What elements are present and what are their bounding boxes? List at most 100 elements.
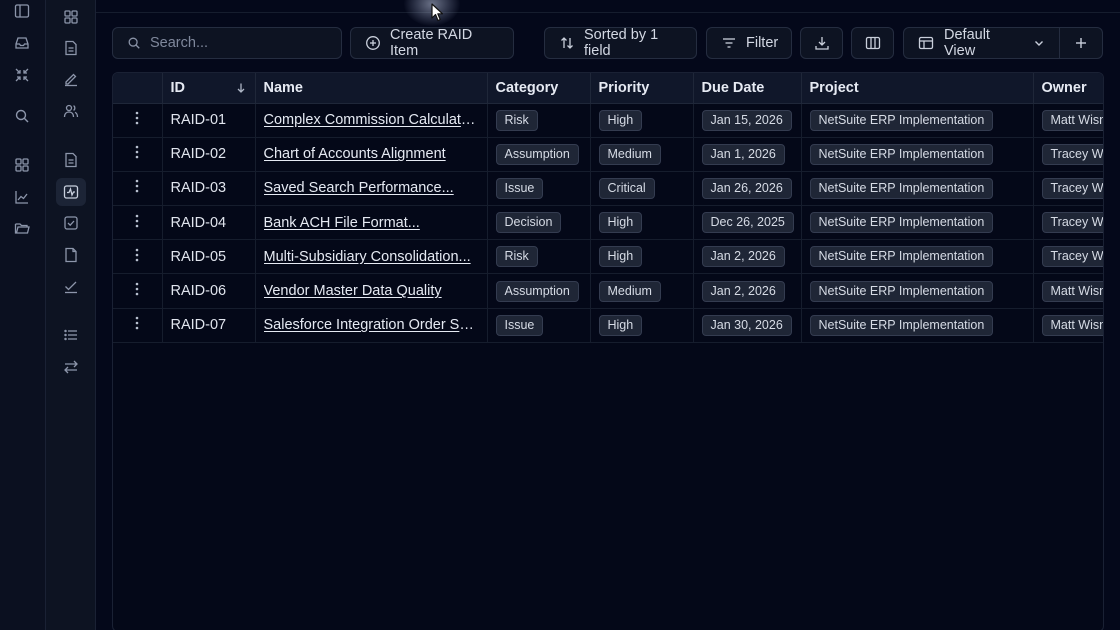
collapse-icon[interactable] [7, 61, 37, 89]
cell-name: Bank ACH File Format... [255, 205, 488, 241]
search-box[interactable] [112, 27, 342, 59]
priority-badge: Medium [598, 280, 661, 302]
more-vertical-icon[interactable] [135, 145, 139, 159]
project-badge: NetSuite ERP Implementation [809, 212, 994, 234]
dashboard-icon[interactable] [7, 151, 37, 179]
search-icon [127, 36, 141, 50]
more-vertical-icon[interactable] [135, 282, 139, 296]
cell-due-date: Dec 26, 2025 [693, 205, 802, 241]
priority-badge: High [598, 109, 643, 131]
swap-icon[interactable] [56, 353, 86, 381]
project-badge: NetSuite ERP Implementation [809, 246, 994, 268]
file-icon[interactable] [56, 241, 86, 269]
cell-category: Decision [487, 205, 591, 241]
raid-item-link[interactable]: Complex Commission Calculation... [264, 112, 479, 128]
row-actions-cell [113, 103, 163, 138]
raid-item-link[interactable]: Bank ACH File Format... [264, 215, 479, 231]
cell-priority: High [590, 205, 694, 241]
document-icon[interactable] [56, 34, 86, 62]
folder-icon[interactable] [7, 214, 37, 242]
table-row[interactable]: RAID-05 Multi-Subsidiary Consolidation...… [113, 239, 1103, 275]
inbox-icon[interactable] [7, 29, 37, 57]
category-badge: Issue [495, 177, 544, 199]
apps-icon[interactable] [56, 3, 86, 31]
sort-arrows-icon [559, 35, 575, 51]
sort-label: Sorted by 1 field [584, 27, 659, 59]
table-row[interactable]: RAID-07 Salesforce Integration Order Syn.… [113, 308, 1103, 343]
columns-button[interactable] [851, 27, 894, 59]
category-badge: Risk [495, 246, 538, 268]
priority-badge: Medium [598, 143, 661, 165]
cell-owner: Matt Wisn [1033, 103, 1103, 138]
create-raid-item-label: Create RAID Item [390, 27, 473, 59]
table-row[interactable]: RAID-01 Complex Commission Calculation...… [113, 103, 1103, 138]
cell-priority: Medium [590, 137, 694, 172]
owner-badge: Tracey Wi [1041, 177, 1103, 199]
search-input[interactable] [150, 35, 330, 51]
column-header-actions [113, 73, 163, 104]
cell-due-date: Jan 30, 2026 [693, 308, 802, 343]
create-raid-item-button[interactable]: Create RAID Item [350, 27, 514, 59]
row-actions-cell [113, 239, 163, 275]
table-row[interactable]: RAID-04 Bank ACH File Format... Decision Hi… [113, 205, 1103, 241]
more-vertical-icon[interactable] [135, 316, 139, 330]
cell-due-date: Jan 15, 2026 [693, 103, 802, 138]
cell-priority: Medium [590, 273, 694, 309]
cell-due-date: Jan 2, 2026 [693, 239, 802, 275]
table-row[interactable]: RAID-06 Vendor Master Data Quality Assumpt… [113, 273, 1103, 309]
raid-item-link[interactable]: Saved Search Performance... [264, 180, 479, 196]
due-date-badge: Jan 2, 2026 [701, 246, 785, 268]
cell-priority: Critical [590, 171, 694, 207]
raid-item-link[interactable]: Chart of Accounts Alignment [264, 146, 479, 162]
export-button[interactable] [800, 27, 843, 59]
category-badge: Assumption [495, 143, 579, 165]
checkbox-icon[interactable] [56, 209, 86, 237]
download-icon [814, 35, 830, 51]
sidebar-toggle-icon[interactable] [7, 0, 37, 25]
raid-item-link[interactable]: Vendor Master Data Quality [264, 283, 479, 299]
project-badge: NetSuite ERP Implementation [809, 143, 994, 165]
more-vertical-icon[interactable] [135, 111, 139, 125]
raid-item-link[interactable]: Salesforce Integration Order Syn... [264, 317, 479, 333]
column-header-due-date[interactable]: Due Date [693, 73, 802, 104]
activity-icon[interactable] [56, 178, 86, 206]
cell-name: Saved Search Performance... [255, 171, 488, 207]
document-icon[interactable] [56, 146, 86, 174]
row-actions-cell [113, 171, 163, 207]
sort-button[interactable]: Sorted by 1 field [544, 27, 697, 59]
table-row[interactable]: RAID-03 Saved Search Performance... Issue C… [113, 171, 1103, 207]
table-body: RAID-01 Complex Commission Calculation...… [113, 103, 1103, 343]
more-vertical-icon[interactable] [135, 248, 139, 262]
column-header-name[interactable]: Name [255, 73, 488, 104]
sort-descending-icon[interactable] [235, 82, 247, 94]
checkmark-icon[interactable] [56, 272, 86, 300]
column-header-category[interactable]: Category [487, 73, 591, 104]
more-vertical-icon[interactable] [135, 214, 139, 228]
cell-id: RAID-04 [162, 205, 256, 241]
list-icon[interactable] [56, 321, 86, 349]
cell-owner: Tracey Wi [1033, 205, 1103, 241]
column-header-owner[interactable]: Owner [1033, 73, 1103, 104]
search-icon[interactable] [7, 102, 37, 130]
add-view-button[interactable] [1060, 27, 1103, 59]
column-header-id[interactable]: ID [162, 73, 256, 104]
table-header-row: ID Name Category Priority Due Date Proje… [113, 73, 1103, 104]
more-vertical-icon[interactable] [135, 179, 139, 193]
cell-category: Risk [487, 239, 591, 275]
cell-due-date: Jan 2, 2026 [693, 273, 802, 309]
category-badge: Assumption [495, 280, 579, 302]
view-selector[interactable]: Default View [903, 27, 1060, 59]
filter-button[interactable]: Filter [706, 27, 792, 59]
columns-icon [865, 35, 881, 51]
top-divider [96, 12, 1120, 13]
cell-owner: Tracey Wi [1033, 137, 1103, 172]
edit-icon[interactable] [56, 65, 86, 93]
raid-item-link[interactable]: Multi-Subsidiary Consolidation... [264, 249, 479, 265]
column-header-priority[interactable]: Priority [590, 73, 694, 104]
table-row[interactable]: RAID-02 Chart of Accounts Alignment Assump… [113, 137, 1103, 172]
chart-line-icon[interactable] [7, 183, 37, 211]
row-actions-cell [113, 273, 163, 309]
users-icon[interactable] [56, 97, 86, 125]
owner-badge: Matt Wisn [1041, 280, 1103, 302]
column-header-project[interactable]: Project [801, 73, 1034, 104]
